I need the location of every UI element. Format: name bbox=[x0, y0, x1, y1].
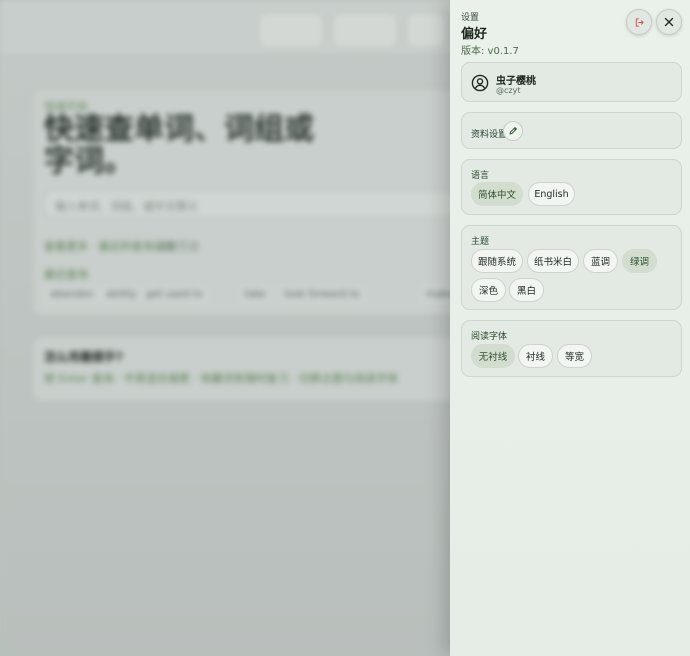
language-card: 语言 简体中文 English bbox=[461, 159, 682, 215]
background-tab bbox=[332, 12, 398, 48]
theme-card: 主题 跟随系统 纸书米白 蓝调 绿调 深色 黑白 bbox=[461, 225, 682, 310]
close-icon bbox=[664, 17, 674, 27]
logout-button[interactable] bbox=[626, 9, 652, 35]
background-help-title: 怎么用最顺手? bbox=[44, 350, 123, 364]
background-hero-title: 快速查单词、词组或字词。 bbox=[44, 112, 314, 179]
drawer-title: 偏好 bbox=[461, 27, 488, 42]
version-label: 版本: v0.1.7 bbox=[461, 46, 519, 57]
background-chip: get used to bbox=[140, 286, 209, 304]
language-option-en[interactable]: English bbox=[528, 182, 575, 206]
theme-label: 主题 bbox=[471, 237, 490, 247]
background-section-label: 最近查询 bbox=[44, 268, 88, 281]
font-option-sans[interactable]: 无衬线 bbox=[471, 344, 515, 368]
user-circle-icon bbox=[471, 74, 489, 92]
background-chip: take bbox=[238, 286, 272, 304]
close-button[interactable] bbox=[656, 9, 682, 35]
edit-profile-button[interactable] bbox=[503, 121, 523, 141]
background-tab bbox=[258, 12, 324, 48]
background-link-secondary: 清空历史 bbox=[156, 240, 200, 253]
reading-font-label: 阅读字体 bbox=[471, 332, 508, 342]
profile-settings-card: 资料设置 bbox=[461, 112, 682, 149]
drawer-eyebrow: 设置 bbox=[461, 13, 480, 23]
profile-settings-label: 资料设置 bbox=[471, 130, 508, 140]
user-card[interactable]: 虫子樱桃 @czyt bbox=[461, 62, 682, 102]
background-chip: abandon bbox=[44, 286, 100, 304]
background-tab bbox=[406, 12, 446, 48]
theme-option-blue[interactable]: 蓝调 bbox=[583, 249, 618, 273]
pencil-icon bbox=[508, 126, 518, 136]
language-label: 语言 bbox=[471, 171, 490, 181]
font-option-serif[interactable]: 衬线 bbox=[518, 344, 553, 368]
theme-option-system[interactable]: 跟随系统 bbox=[471, 249, 523, 273]
theme-option-paper[interactable]: 纸书米白 bbox=[527, 249, 579, 273]
font-option-mono[interactable]: 等宽 bbox=[557, 344, 592, 368]
user-handle: @czyt bbox=[496, 86, 521, 95]
theme-option-green[interactable]: 绿调 bbox=[622, 249, 657, 273]
reading-font-card: 阅读字体 无衬线 衬线 等宽 bbox=[461, 320, 682, 377]
theme-option-mono[interactable]: 黑白 bbox=[509, 278, 544, 302]
background-chip: ability bbox=[100, 286, 143, 304]
background-search-input: 输入单词、词组、或中文释义 bbox=[44, 190, 464, 218]
user-name: 虫子樱桃 bbox=[496, 76, 536, 87]
theme-option-dark[interactable]: 深色 bbox=[471, 278, 506, 302]
settings-drawer: 设置 偏好 版本: v0.1.7 虫子樱桃 @czyt 资料设置 语言 简体中文… bbox=[450, 0, 690, 656]
language-option-zh[interactable]: 简体中文 bbox=[471, 182, 523, 206]
background-chip: look forward to bbox=[278, 286, 366, 304]
background-help-card bbox=[32, 336, 482, 402]
background-help-links: 按 Enter 查询 · 中英混合搜索 · 收藏词条随时复习 · 切换主题与阅读… bbox=[44, 372, 398, 385]
logout-icon bbox=[634, 17, 645, 28]
